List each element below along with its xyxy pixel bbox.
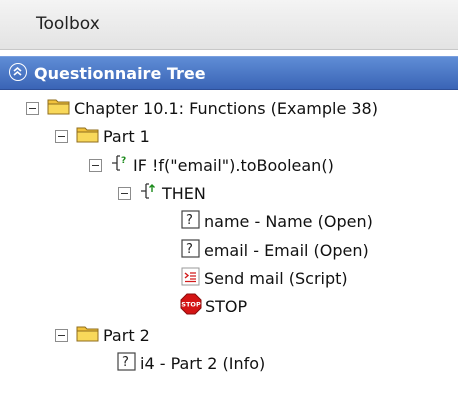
tree-node-part-2[interactable]: Part 2 — [55, 321, 150, 349]
questionnaire-tree: Chapter 10.1: Functions (Example 38) Par… — [0, 90, 458, 419]
tree-node-question-name[interactable]: ? name - Name (Open) — [181, 207, 373, 235]
questionnaire-tree-header[interactable]: Questionnaire Tree — [0, 56, 458, 90]
svg-text:?: ? — [122, 355, 129, 370]
collapse-toggle[interactable] — [89, 158, 102, 172]
question-icon: ? — [181, 209, 201, 233]
folder-icon — [76, 324, 100, 346]
tree-node-label: name - Name (Open) — [204, 211, 373, 231]
collapse-toggle[interactable] — [26, 101, 39, 115]
tree-node-part-1[interactable]: Part 1 — [55, 122, 150, 150]
collapse-toggle[interactable] — [55, 328, 68, 342]
tree-node-label: Chapter 10.1: Functions (Example 38) — [74, 98, 378, 118]
script-icon — [181, 267, 201, 290]
svg-text:?: ? — [121, 156, 126, 166]
tree-node-if-condition[interactable]: ? IF !f("email").toBoolean() — [89, 151, 334, 179]
then-branch-icon — [139, 182, 159, 204]
tree-node-stop[interactable]: STOP STOP — [180, 292, 247, 320]
toolbox-title: Toolbox — [36, 14, 100, 34]
tree-node-label: i4 - Part 2 (Info) — [140, 353, 266, 373]
tree-node-question-i4[interactable]: ? i4 - Part 2 (Info) — [117, 349, 265, 377]
question-icon: ? — [181, 238, 201, 262]
tree-node-label: Part 2 — [103, 325, 150, 345]
tree-node-label: THEN — [162, 183, 206, 203]
collapse-toggle[interactable] — [118, 186, 131, 200]
tree-node-label: email - Email (Open) — [204, 240, 369, 260]
stop-icon: STOP — [180, 293, 202, 319]
folder-icon — [76, 125, 100, 147]
question-icon: ? — [117, 351, 137, 375]
tree-node-question-email[interactable]: ? email - Email (Open) — [181, 236, 369, 264]
tree-node-label: Part 1 — [103, 126, 150, 146]
stop-icon-text: STOP — [181, 301, 201, 309]
tree-node-label: IF !f("email").toBoolean() — [133, 155, 334, 175]
tree-node-chapter[interactable]: Chapter 10.1: Functions (Example 38) — [26, 94, 378, 122]
tree-node-label: STOP — [205, 296, 248, 316]
tree-node-label: Send mail (Script) — [204, 268, 348, 288]
if-branch-icon: ? — [110, 154, 130, 176]
collapse-chevron-icon[interactable] — [9, 63, 27, 81]
collapse-toggle[interactable] — [55, 129, 68, 143]
tree-node-then[interactable]: THEN — [118, 179, 206, 207]
svg-text:?: ? — [186, 242, 193, 257]
panel-title: Questionnaire Tree — [34, 64, 206, 83]
tree-node-script-send-mail[interactable]: Send mail (Script) — [181, 264, 348, 292]
folder-icon — [47, 97, 71, 119]
svg-text:?: ? — [186, 213, 193, 228]
toolbox-header: Toolbox — [0, 0, 458, 50]
